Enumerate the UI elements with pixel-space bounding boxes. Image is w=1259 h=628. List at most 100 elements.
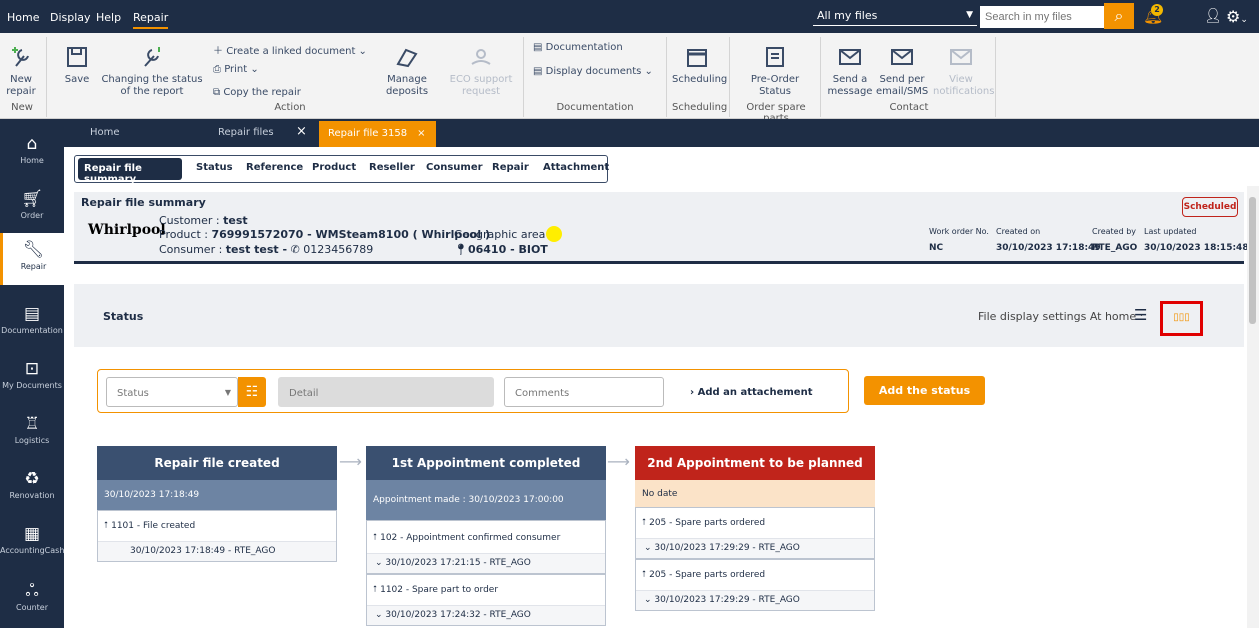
section-nav-product[interactable]: Product <box>312 162 356 173</box>
cash-register-icon: ▦ <box>23 524 41 544</box>
summary-title: Repair file summary <box>81 196 206 209</box>
home-icon: ⌂ <box>26 134 38 154</box>
flow-arrow-icon: ⟶ <box>607 452 630 471</box>
copy-repair-button[interactable]: ⧉ Copy the repair <box>213 87 301 98</box>
comments-field[interactable]: Comments <box>504 377 664 407</box>
scheduling-button[interactable]: Scheduling <box>672 44 727 86</box>
status-entry[interactable]: ⭡ 1102 - Spare part to order ⌄ 30/10/202… <box>366 574 606 626</box>
status-card-title: Repair file created <box>97 446 337 480</box>
plus-icon: ＋ <box>213 46 227 57</box>
section-nav-status[interactable]: Status <box>196 162 233 173</box>
created-on-value: 30/10/2023 17:18:49 <box>996 243 1101 253</box>
ribbon-divider <box>523 37 524 117</box>
work-order-value: NC <box>929 243 944 253</box>
save-button[interactable]: Save <box>60 44 94 86</box>
cart-icon: 🛒︎ <box>21 189 43 209</box>
chevron-down-icon[interactable]: ⌄ <box>375 610 385 620</box>
phone-icon: ✆ <box>290 243 300 256</box>
manage-deposits-button[interactable]: Manage deposits <box>382 44 432 98</box>
status-badge: Scheduled <box>1182 197 1238 217</box>
work-order-label: Work order No. <box>929 227 989 236</box>
status-card-title: 1st Appointment completed <box>366 446 606 480</box>
documentation-button[interactable]: ▤ Documentation <box>533 42 623 53</box>
status-entry[interactable]: ⭡ 102 - Appointment confirmed consumer ⌄… <box>366 520 606 574</box>
mail-check-icon <box>950 49 972 65</box>
list-view-icon[interactable]: ☰ <box>1134 306 1147 324</box>
sidebar-item-repair[interactable]: 🔧︎ Repair <box>0 233 64 285</box>
mail-icon <box>839 49 861 65</box>
pre-order-status-button[interactable]: Pre-Order Status <box>744 44 806 98</box>
detail-field[interactable]: Detail <box>278 377 494 407</box>
close-icon[interactable]: × <box>296 124 307 139</box>
sidebar-item-documentation[interactable]: ▤ Documentation <box>0 305 64 335</box>
location-line: 📍︎06410 - BIOT <box>454 243 548 256</box>
display-documents-button[interactable]: ▤ Display documents ⌄ <box>533 66 653 77</box>
inbox-icon: ⊡ <box>24 359 40 379</box>
new-repair-button[interactable]: New repair <box>4 44 38 98</box>
menu-repair[interactable]: Repair <box>133 11 169 29</box>
user-icon[interactable]: 👤︎ <box>1204 8 1222 24</box>
tab-repair-files[interactable]: Repair files <box>218 127 274 138</box>
ribbon-group-documentation: Documentation <box>556 102 634 113</box>
sidebar-item-order[interactable]: 🛒︎ Order <box>0 190 64 220</box>
chevron-down-icon[interactable]: ⌄ <box>644 595 654 605</box>
add-status-button[interactable]: Add the status <box>864 376 985 405</box>
menu-display[interactable]: Display <box>50 11 91 24</box>
status-entry[interactable]: ⭡ 205 - Spare parts ordered ⌄ 30/10/2023… <box>635 507 875 559</box>
close-icon[interactable]: × <box>417 128 425 139</box>
section-nav-consumer[interactable]: Consumer <box>426 162 483 173</box>
print-button[interactable]: ⎙ Print ⌄ <box>213 64 259 75</box>
status-entry[interactable]: ⭡ 205 - Spare parts ordered ⌄ 30/10/2023… <box>635 559 875 611</box>
sidebar-item-my-documents[interactable]: ⊡ My Documents <box>0 360 64 390</box>
trolley-icon: ♖ <box>24 414 40 434</box>
status-section-title: Status <box>103 310 144 323</box>
chevron-down-icon[interactable]: ⌄ <box>375 558 385 568</box>
chevron-down-icon[interactable]: ⌄ <box>644 543 654 553</box>
tab-repair-file-3158[interactable]: Repair file 3158 × <box>319 121 436 147</box>
list-document-icon <box>766 47 784 67</box>
change-status-button[interactable]: Changing the status of the report <box>100 44 204 98</box>
section-nav-repair[interactable]: Repair <box>492 162 529 173</box>
sidebar-item-logistics[interactable]: ♖ Logistics <box>0 415 64 445</box>
section-nav-summary[interactable]: Repair file summary <box>78 158 182 185</box>
ribbon-group-action: Action <box>274 102 306 113</box>
ribbon-divider <box>820 37 821 117</box>
ribbon-divider <box>995 37 996 117</box>
scrollbar-thumb[interactable] <box>1249 197 1256 324</box>
wrench-icon <box>144 47 160 67</box>
deposit-icon <box>396 48 418 68</box>
section-nav-attachment[interactable]: Attachment <box>543 162 609 173</box>
search-button[interactable]: ⌕ <box>1104 3 1134 29</box>
files-scope-select[interactable]: All my files ▼ <box>813 6 977 26</box>
sidebar-item-counter[interactable]: ஃ Counter <box>0 582 64 612</box>
recycle-icon: ♻ <box>24 469 40 489</box>
section-nav-reseller[interactable]: Reseller <box>369 162 415 173</box>
send-message-button[interactable]: Send a message <box>827 44 873 98</box>
search-input[interactable] <box>980 6 1104 28</box>
status-entry[interactable]: ⭡ 1101 - File created 30/10/2023 17:18:4… <box>97 510 337 562</box>
status-select[interactable]: Status ▼ <box>106 377 238 407</box>
product-line: Product : 769991572070 - WMSteam8100 ( W… <box>159 228 490 241</box>
menu-home[interactable]: Home <box>7 11 39 24</box>
status-card: 2nd Appointment to be planned No date ⭡ … <box>635 446 875 611</box>
create-linked-document-button[interactable]: ＋ Create a linked document ⌄ <box>213 42 367 57</box>
send-email-sms-button[interactable]: Send per email/SMS <box>876 44 928 98</box>
sidebar-item-home[interactable]: ⌂ Home <box>0 135 64 165</box>
settings-gear-icon[interactable]: ⚙︎⌄ <box>1226 7 1248 26</box>
section-nav-reference[interactable]: Reference <box>246 162 303 173</box>
search-icon: ⌕ <box>1114 6 1124 25</box>
last-updated-label: Last updated <box>1144 227 1197 236</box>
menu-help[interactable]: Help <box>96 11 121 24</box>
sidebar-item-accounting-cash[interactable]: ▦ AccountingCash <box>0 525 64 555</box>
sidebar-item-renovation[interactable]: ♻ Renovation <box>0 470 64 500</box>
column-view-icon[interactable]: ▯▯▯ <box>1160 301 1203 336</box>
eco-support-request-button[interactable]: ECO support request <box>448 44 514 98</box>
add-attachment-link[interactable]: › Add an attachement <box>690 387 812 398</box>
status-list-icon[interactable]: ☷ <box>238 377 266 407</box>
tab-home[interactable]: Home <box>90 127 120 138</box>
consumer-line: Consumer : test test - ✆ 0123456789 <box>159 243 374 256</box>
status-card-date: No date <box>635 480 875 507</box>
created-on-label: Created on <box>996 227 1041 236</box>
wrench-plus-icon <box>12 47 29 67</box>
view-notifications-button[interactable]: View notifications <box>933 44 994 98</box>
